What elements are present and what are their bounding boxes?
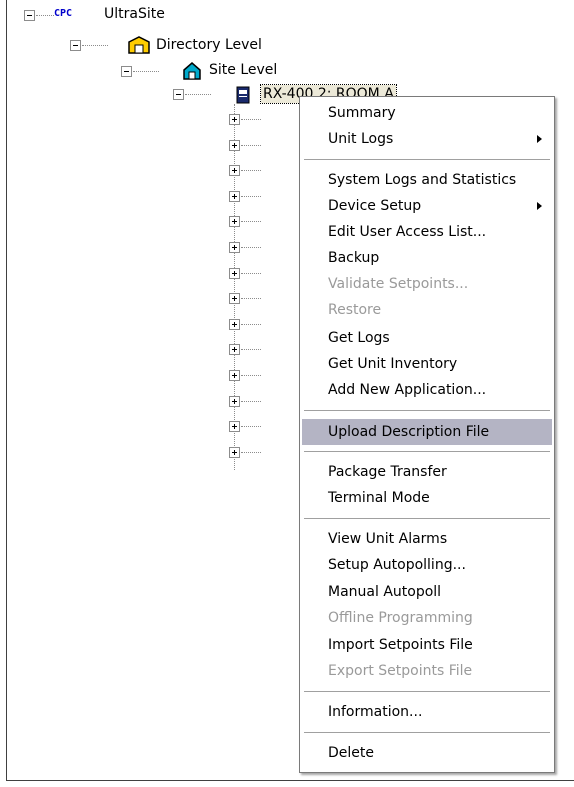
menu-item-label: Restore — [328, 302, 382, 318]
tree-connector — [241, 323, 261, 325]
child-expand-toggle[interactable] — [229, 446, 240, 458]
child-expand-toggle[interactable] — [229, 114, 240, 125]
menu-separator — [304, 159, 550, 161]
site-house-icon — [183, 62, 201, 80]
menu-item-label: Get Unit Inventory — [328, 356, 458, 372]
menu-item-delete[interactable]: Delete — [302, 740, 552, 766]
menu-item-label: Get Logs — [328, 330, 390, 346]
menu-item-summary[interactable]: Summary — [302, 100, 552, 126]
directory-folder-icon — [128, 36, 150, 54]
tree-connector — [82, 45, 108, 46]
tree-connector — [241, 272, 261, 274]
tree-connector — [241, 247, 261, 248]
child-expand-toggle[interactable] — [229, 421, 240, 433]
site-level-label[interactable]: Site Level — [209, 61, 277, 79]
tree-connector — [133, 71, 159, 72]
menu-item-label: Offline Programming — [328, 610, 473, 626]
menu-item-validate-setpoints: Validate Setpoints... — [302, 271, 552, 297]
menu-item-system-logs[interactable]: System Logs and Statistics — [302, 167, 552, 193]
tree-connector — [241, 221, 261, 223]
unit-controller-icon — [236, 86, 250, 104]
child-expand-toggle[interactable] — [229, 318, 240, 330]
menu-item-label: Device Setup — [328, 198, 422, 214]
menu-item-import-setpoints-file[interactable]: Import Setpoints File — [302, 632, 552, 658]
menu-separator — [304, 732, 550, 734]
menu-item-device-setup[interactable]: Device Setup — [302, 193, 552, 219]
submenu-arrow-icon — [537, 202, 542, 210]
tree-connector — [241, 298, 261, 300]
menu-item-label: Delete — [328, 745, 374, 761]
child-expand-toggle[interactable] — [229, 165, 240, 177]
menu-item-unit-logs[interactable]: Unit Logs — [302, 126, 552, 152]
menu-separator — [304, 691, 550, 693]
menu-item-label: Setup Autopolling... — [328, 557, 466, 573]
child-expand-toggle[interactable] — [229, 242, 240, 253]
tree-connector — [36, 15, 54, 16]
root-collapse-toggle[interactable] — [24, 10, 35, 21]
menu-item-label: Information... — [328, 704, 423, 720]
child-expand-toggle[interactable] — [229, 395, 240, 407]
menu-item-label: Unit Logs — [328, 131, 394, 147]
directory-level-label[interactable]: Directory Level — [156, 36, 262, 54]
menu-separator — [304, 518, 550, 520]
child-expand-toggle[interactable] — [229, 267, 240, 279]
menu-item-add-new-application[interactable]: Add New Application... — [302, 377, 552, 403]
tree-connector — [241, 400, 261, 402]
tree-connector — [241, 426, 261, 428]
child-expand-toggle[interactable] — [229, 293, 240, 305]
directory-collapse-toggle[interactable] — [70, 40, 81, 51]
menu-item-label: Upload Description File — [328, 424, 490, 440]
menu-item-edit-user-access[interactable]: Edit User Access List... — [302, 219, 552, 245]
submenu-arrow-icon — [537, 135, 542, 143]
menu-item-label: Manual Autopoll — [328, 584, 442, 600]
menu-item-label: Package Transfer — [328, 464, 447, 480]
tree-connector — [241, 375, 261, 376]
menu-item-label: Import Setpoints File — [328, 637, 473, 653]
tree-connector — [241, 451, 261, 453]
child-expand-toggle[interactable] — [229, 370, 240, 381]
menu-item-label: Edit User Access List... — [328, 224, 487, 240]
menu-item-label: Backup — [328, 250, 380, 266]
root-node-label[interactable]: UltraSite — [104, 5, 165, 23]
menu-item-setup-autopolling[interactable]: Setup Autopolling... — [302, 552, 552, 578]
menu-item-label: View Unit Alarms — [328, 531, 448, 547]
tree-connector — [241, 119, 261, 120]
root-tag: CPC — [54, 8, 73, 19]
menu-item-label: Export Setpoints File — [328, 663, 473, 679]
menu-item-get-unit-inventory[interactable]: Get Unit Inventory — [302, 351, 552, 377]
menu-item-backup[interactable]: Backup — [302, 245, 552, 271]
menu-item-manual-autopoll[interactable]: Manual Autopoll — [302, 579, 552, 605]
tree-connector — [241, 144, 261, 146]
menu-item-terminal-mode[interactable]: Terminal Mode — [302, 485, 552, 511]
menu-item-upload-description-file[interactable]: Upload Description File — [302, 419, 552, 445]
child-expand-toggle[interactable] — [229, 344, 240, 356]
context-menu: Summary Unit Logs System Logs and Statis… — [299, 96, 555, 773]
menu-item-offline-programming: Offline Programming — [302, 605, 552, 631]
menu-separator — [304, 410, 550, 412]
menu-item-label: System Logs and Statistics — [328, 172, 517, 188]
menu-item-package-transfer[interactable]: Package Transfer — [302, 459, 552, 485]
child-expand-toggle[interactable] — [229, 190, 240, 202]
tree-connector — [241, 170, 261, 172]
menu-item-label: Add New Application... — [328, 382, 487, 398]
menu-item-export-setpoints-file: Export Setpoints File — [302, 658, 552, 684]
child-expand-toggle[interactable] — [229, 139, 240, 151]
unit-collapse-toggle[interactable] — [173, 89, 184, 100]
menu-item-label: Validate Setpoints... — [328, 276, 469, 292]
menu-item-information[interactable]: Information... — [302, 699, 552, 725]
menu-item-label: Terminal Mode — [328, 490, 430, 506]
menu-item-label: Summary — [328, 105, 396, 121]
child-expand-toggle[interactable] — [229, 216, 240, 228]
tree-connector — [234, 104, 235, 470]
menu-separator — [304, 451, 550, 453]
menu-item-view-unit-alarms[interactable]: View Unit Alarms — [302, 526, 552, 552]
tree-connector — [241, 349, 261, 351]
tree-connector — [185, 94, 211, 95]
menu-item-get-logs[interactable]: Get Logs — [302, 325, 552, 351]
menu-item-restore: Restore — [302, 297, 552, 323]
site-collapse-toggle[interactable] — [121, 66, 132, 77]
tree-connector — [241, 195, 261, 197]
